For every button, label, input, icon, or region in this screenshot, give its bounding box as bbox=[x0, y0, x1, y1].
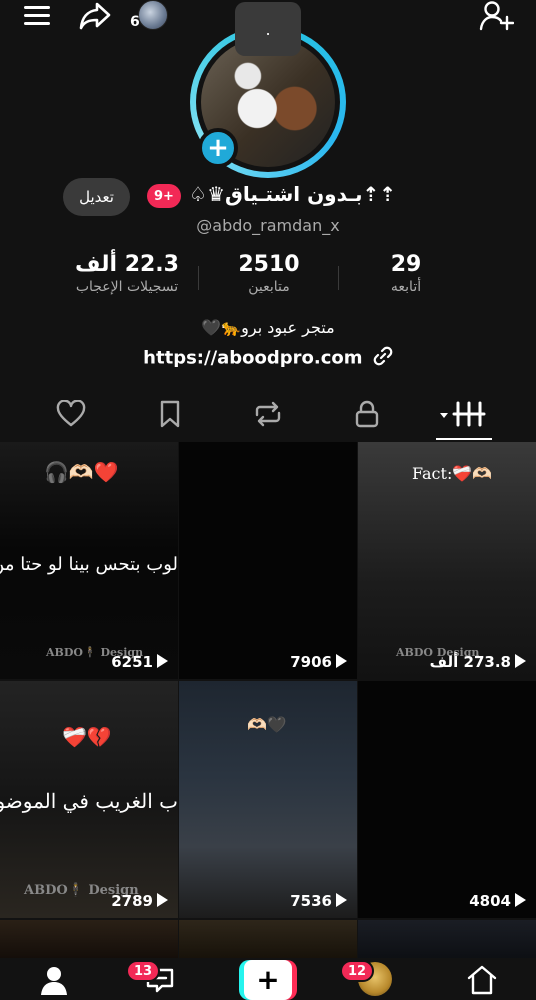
bookmark-icon[interactable] bbox=[150, 396, 190, 432]
video-tile[interactable]: 🎧🫶🏻❤️ لوب بتحس بينا لو حتا من ABDO🕴 Desi… bbox=[0, 442, 178, 679]
video-views: 2789 bbox=[111, 892, 168, 910]
video-views: 4804 bbox=[469, 892, 526, 910]
repost-icon[interactable] bbox=[248, 396, 288, 432]
link-icon bbox=[373, 346, 393, 371]
active-tab-indicator bbox=[436, 438, 492, 440]
visitor-count: 6 bbox=[130, 14, 140, 30]
following-count: 29 bbox=[390, 252, 422, 277]
stat-divider bbox=[198, 266, 199, 290]
stat-following[interactable]: 29 أتابعه bbox=[356, 252, 456, 295]
grid-videos-icon[interactable] bbox=[440, 396, 490, 432]
inbox-badge: 13 bbox=[126, 960, 161, 982]
stat-divider bbox=[338, 266, 339, 290]
video-overlay-text: 🎧🫶🏻❤️ bbox=[44, 460, 119, 484]
add-user-icon[interactable] bbox=[478, 0, 515, 32]
followers-count: 2510 bbox=[238, 252, 300, 277]
video-tile[interactable] bbox=[358, 920, 536, 962]
username: @abdo_ramdan_x bbox=[196, 216, 340, 235]
bottom-nav: 13 + 12 bbox=[0, 958, 536, 1000]
stat-followers[interactable]: 2510 متابعين bbox=[214, 252, 324, 295]
video-overlay-text: 🫶🏻🖤 bbox=[247, 715, 287, 734]
stat-likes[interactable]: 22.3 ألف تسجيلات الإعجاب bbox=[62, 252, 192, 295]
following-label: أتابعه bbox=[390, 279, 422, 295]
edit-profile-button[interactable]: تعديل bbox=[63, 178, 130, 216]
video-tile[interactable] bbox=[0, 920, 178, 962]
share-icon[interactable] bbox=[78, 0, 112, 32]
likes-label: تسجيلات الإعجاب bbox=[75, 279, 179, 295]
profile-stats: 22.3 ألف تسجيلات الإعجاب 2510 متابعين 29… bbox=[0, 252, 536, 308]
video-tile[interactable] bbox=[179, 920, 357, 962]
video-caption: لوب بتحس بينا لو حتا من bbox=[0, 554, 178, 575]
video-tile[interactable]: Fact:❤️‍🩹🫶🏻 ABDO Design 273.8 ألف bbox=[358, 442, 536, 679]
video-tile[interactable]: ❤️‍🩹💔 ب الغريب في الموضوع ABDO🕴 Design 2… bbox=[0, 681, 178, 918]
video-views: 6251 bbox=[111, 653, 168, 671]
video-caption: ب الغريب في الموضوع bbox=[0, 789, 178, 813]
video-tile[interactable]: 7906 bbox=[179, 442, 357, 679]
followers-label: متابعين bbox=[248, 279, 290, 295]
video-tile[interactable]: 🫶🏻🖤 7536 bbox=[179, 681, 357, 918]
heart-icon[interactable] bbox=[51, 396, 91, 432]
menu-icon[interactable] bbox=[24, 3, 54, 27]
likes-count: 22.3 ألف bbox=[75, 252, 179, 277]
video-views: 7536 bbox=[290, 892, 347, 910]
activity-badge: 12 bbox=[340, 960, 375, 982]
video-tile[interactable]: 4804 bbox=[358, 681, 536, 918]
video-grid: 🎧🫶🏻❤️ لوب بتحس بينا لو حتا من ABDO🕴 Desi… bbox=[0, 442, 536, 962]
create-plus: + bbox=[244, 960, 292, 1000]
add-story-icon[interactable]: + bbox=[198, 128, 238, 168]
note-bubble[interactable]: . bbox=[235, 2, 301, 56]
notification-badge: 9+ bbox=[147, 184, 181, 208]
display-name: ⇡⇡بـدون اشتـياق♛♤ bbox=[189, 182, 396, 206]
profile-icon[interactable] bbox=[34, 964, 74, 996]
lock-icon[interactable] bbox=[347, 396, 387, 432]
video-views: 273.8 ألف bbox=[430, 653, 526, 671]
home-icon[interactable] bbox=[462, 964, 502, 996]
profile-tabs bbox=[0, 390, 536, 442]
profile-link-text: https://aboodpro.com bbox=[143, 347, 363, 369]
bio: متجر عبود برو🐆🖤 bbox=[201, 318, 335, 337]
video-views: 7906 bbox=[290, 653, 347, 671]
video-overlay-text: ❤️‍🩹💔 bbox=[62, 725, 112, 749]
create-button[interactable]: + bbox=[239, 960, 297, 1000]
visitor-avatar[interactable] bbox=[138, 0, 168, 30]
video-overlay-text: Fact:❤️‍🩹🫶🏻 bbox=[412, 464, 493, 483]
profile-link[interactable]: https://aboodpro.com bbox=[0, 346, 536, 371]
